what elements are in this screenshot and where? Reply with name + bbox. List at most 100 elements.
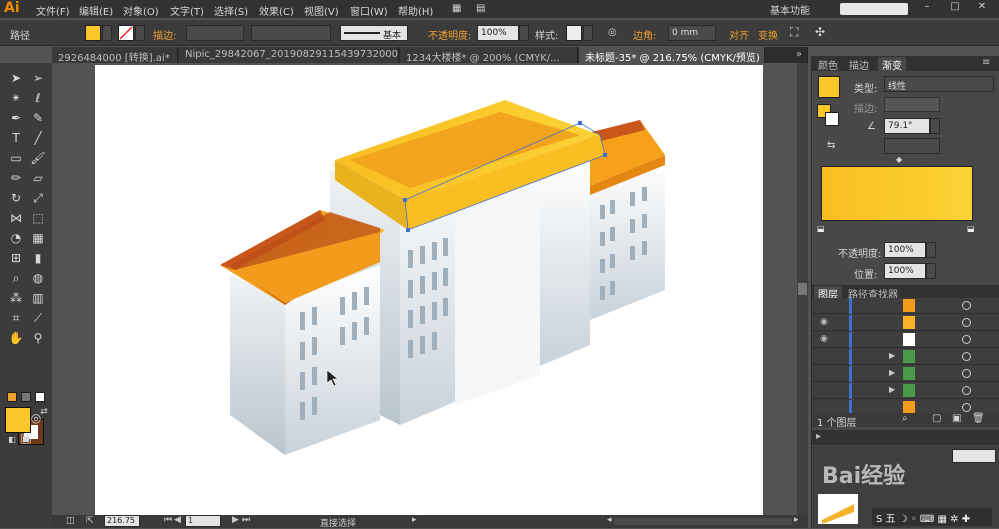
style-dropdown[interactable] (583, 25, 593, 41)
blend-tool-icon[interactable]: ◍ (28, 269, 48, 287)
gradient-type-select[interactable]: 线性 (884, 76, 994, 92)
workspace-switcher[interactable]: 基本功能 (770, 2, 810, 17)
share-icon[interactable]: ⇱ (86, 516, 94, 526)
isolate-icon[interactable]: ⛶ (790, 25, 798, 40)
stop-location-field[interactable]: 100% (884, 263, 926, 279)
lasso-icon[interactable]: ℓ (28, 89, 48, 107)
eyedropper-icon[interactable]: ⌕ (6, 269, 26, 287)
corner-field[interactable]: 0 mm (668, 25, 716, 41)
ime-toolbar[interactable]: S 五 ☽ ◦ ⌨ ▦ ✲ ✚ (872, 508, 992, 526)
close-icon[interactable]: ✕ (972, 1, 992, 15)
rectangle-tool-icon[interactable]: ▭ (6, 149, 26, 167)
opacity-dropdown[interactable] (519, 25, 529, 41)
line-tool-icon[interactable]: ╱ (28, 129, 48, 147)
vertical-scrollbar[interactable] (797, 63, 808, 515)
target-circle-icon[interactable] (962, 386, 971, 395)
menu-select[interactable]: 选择(S) (214, 3, 248, 18)
hscroll-left-icon[interactable]: ◂ (607, 515, 612, 525)
gradient-tool-icon[interactable]: ▮ (28, 249, 48, 267)
visibility-eye-icon[interactable]: ◉ (820, 317, 828, 327)
zoom-field[interactable]: 216.75 (104, 515, 140, 527)
artboard-tool-icon[interactable]: ⌗ (6, 309, 26, 327)
scale-tool-icon[interactable]: ⤢ (28, 189, 48, 207)
fill-swatch[interactable] (85, 25, 101, 41)
tab-overflow-icon[interactable]: » (790, 47, 808, 63)
menu-edit[interactable]: 编辑(E) (79, 3, 113, 18)
gradient-stop-left[interactable]: ⬓ (817, 224, 825, 233)
zoom-tool-icon[interactable]: ⚲ (28, 329, 48, 347)
pen-tool-icon[interactable]: ✒ (6, 109, 26, 127)
minimize-icon[interactable]: – (917, 1, 937, 15)
slice-tool-icon[interactable]: ⟋ (28, 309, 48, 327)
pencil-tool-icon[interactable]: ✏ (6, 169, 26, 187)
mesh-tool-icon[interactable]: ⊞ (6, 249, 26, 267)
variable-width-profile[interactable] (251, 25, 331, 41)
doc-tab-1[interactable]: 2926484000 [转换].ai* (52, 47, 178, 63)
options-icon[interactable]: ✣ (815, 25, 825, 39)
stroke-indicator[interactable] (825, 112, 839, 126)
stop-location-dropdown[interactable] (926, 263, 936, 279)
locate-object-icon[interactable]: ⌕ (902, 413, 908, 424)
opacity-label[interactable]: 不透明度: (428, 27, 471, 42)
doc-tab-2[interactable]: Nipic_29842067_20190829115439732000.ai* (179, 47, 399, 63)
stroke-dropdown[interactable] (135, 25, 145, 41)
type-tool-icon[interactable]: T (6, 129, 26, 147)
fill-dropdown[interactable] (102, 25, 112, 41)
new-sublayer-icon[interactable]: ▣ (952, 413, 961, 424)
midpoint-diamond-icon[interactable]: ◆ (896, 155, 902, 164)
graphic-style-swatch[interactable] (566, 25, 582, 41)
tab-gradient[interactable]: 渐变 (878, 57, 906, 72)
menu-object[interactable]: 对象(O) (123, 3, 159, 18)
maximize-icon[interactable]: □ (945, 1, 965, 15)
next-page-icon[interactable]: ▶ (232, 515, 239, 525)
menu-window[interactable]: 窗口(W) (350, 3, 388, 18)
tab-stroke[interactable]: 描边 (849, 57, 869, 72)
reverse-gradient-icon[interactable]: ⇆ (827, 140, 835, 151)
menu-type[interactable]: 文字(T) (170, 3, 204, 18)
menu-view[interactable]: 视图(V) (304, 3, 339, 18)
scroll-thumb[interactable] (798, 283, 807, 295)
stop-opacity-dropdown[interactable] (926, 242, 936, 258)
collapsed-panel-icon[interactable]: ▸ (816, 431, 821, 442)
free-transform-icon[interactable]: ⬚ (28, 209, 48, 227)
symbol-sprayer-icon[interactable]: ⁂ (6, 289, 26, 307)
paintbrush-icon[interactable]: 🖌 (28, 149, 48, 167)
angle-dropdown[interactable] (930, 118, 940, 134)
selection-tool-icon[interactable]: ➤ (6, 69, 26, 87)
last-page-icon[interactable]: ⏭ (242, 515, 250, 525)
shape-builder-icon[interactable]: ◔ (6, 229, 26, 247)
fill-color-box[interactable] (5, 407, 31, 433)
perspective-grid-icon[interactable]: ▦ (28, 229, 48, 247)
rotate-tool-icon[interactable]: ↻ (6, 189, 26, 207)
layer-row[interactable]: ◉ (812, 332, 999, 348)
symbol-preview[interactable] (818, 494, 858, 524)
doc-tab-active[interactable]: 未标题-35* @ 216.75% (CMYK/预览) (579, 47, 765, 63)
stroke-swatch[interactable] (118, 25, 134, 41)
gradient-stop-right[interactable]: ⬓ (967, 224, 975, 233)
gradient-preview-swatch[interactable] (818, 76, 840, 98)
recolor-icon[interactable]: ◎ (608, 27, 617, 38)
magic-wand-icon[interactable]: ✴ (6, 89, 26, 107)
stroke-weight-field[interactable] (186, 25, 244, 41)
layer-row[interactable]: ◉ (812, 315, 999, 331)
menu-effect[interactable]: 效果(C) (259, 3, 294, 18)
expand-arrow-icon[interactable]: ▶ (889, 368, 895, 377)
layer-row[interactable]: ▶ (812, 349, 999, 365)
delete-layer-icon[interactable]: 🗑 (972, 413, 985, 424)
menu-file[interactable]: 文件(F) (36, 3, 70, 18)
menu-help[interactable]: 帮助(H) (398, 3, 433, 18)
target-circle-icon[interactable] (962, 369, 971, 378)
corner-label[interactable]: 边角: (633, 27, 656, 42)
stroke-label[interactable]: 描边: (153, 27, 176, 42)
new-layer-icon[interactable]: ▢ (932, 413, 941, 424)
target-circle-icon[interactable] (962, 352, 971, 361)
target-circle-icon[interactable] (962, 403, 971, 412)
layer-row[interactable]: ▶ (812, 366, 999, 382)
search-input[interactable] (840, 3, 908, 15)
target-circle-icon[interactable] (962, 335, 971, 344)
eraser-icon[interactable]: ▱ (28, 169, 48, 187)
layer-row[interactable] (812, 298, 999, 314)
gradient-slider[interactable] (821, 166, 973, 221)
gradient-mode-icon[interactable] (21, 392, 31, 402)
tab-color[interactable]: 颜色 (818, 57, 838, 72)
